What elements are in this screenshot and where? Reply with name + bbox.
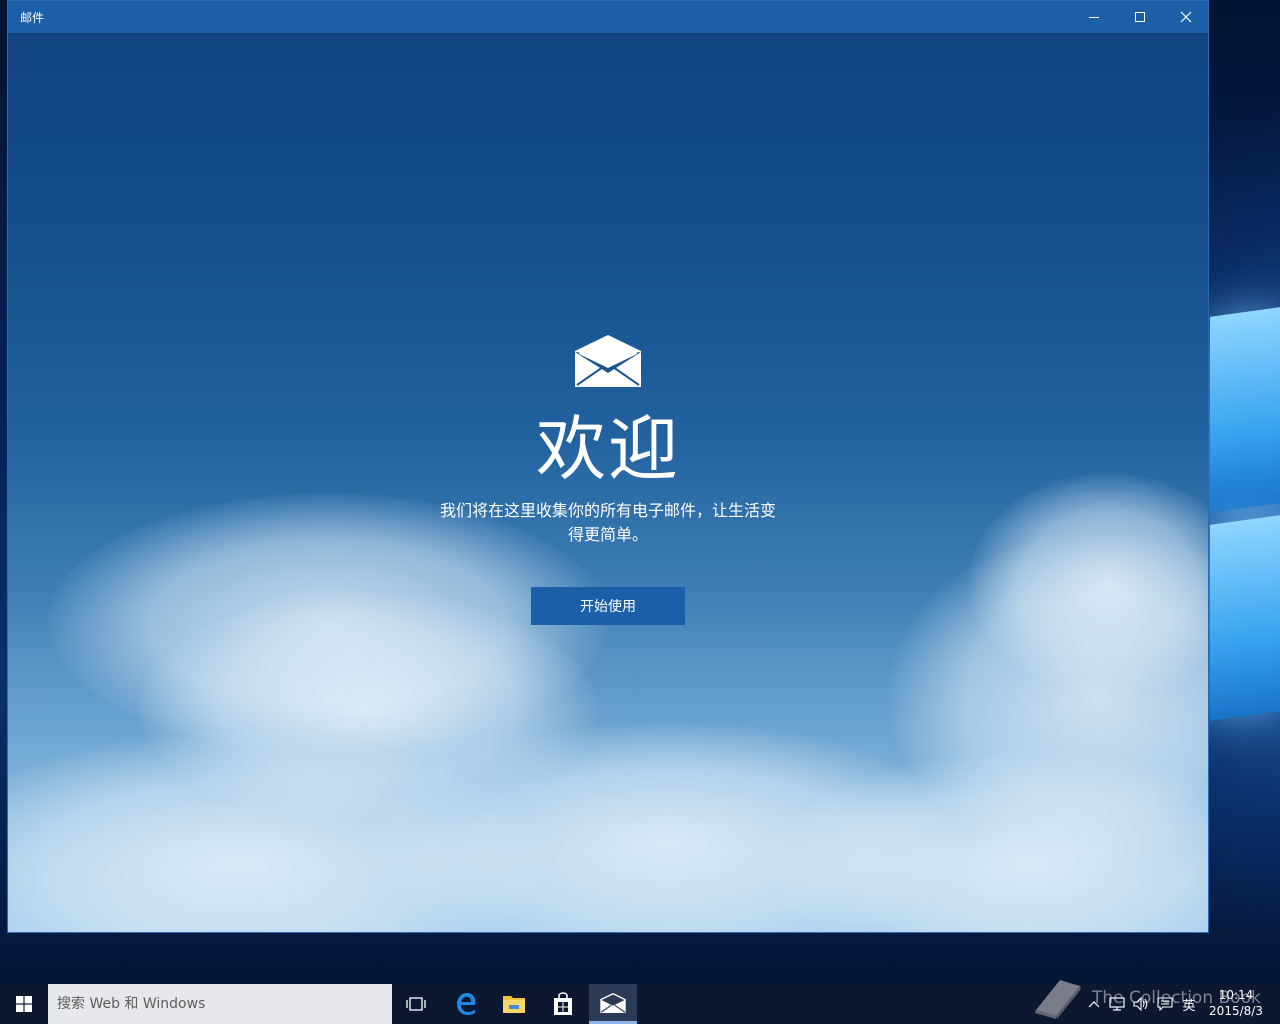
title-bar[interactable]: 邮件: [8, 1, 1208, 33]
welcome-panel: 欢迎 我们将在这里收集你的所有电子邮件，让生活变得更简单。 开始使用: [8, 335, 1208, 625]
mail-taskbar-button[interactable]: [589, 984, 637, 1024]
mail-app-window: 邮件 欢迎 我们将在这里收集你的所有电子邮件，让生活变得更简单。 开始使用: [7, 0, 1209, 933]
close-button[interactable]: [1163, 1, 1208, 33]
start-button[interactable]: [0, 984, 48, 1024]
search-box[interactable]: [48, 984, 392, 1024]
store-button[interactable]: [539, 984, 587, 1024]
close-icon: [1180, 11, 1192, 23]
edge-browser-button[interactable]: [442, 984, 490, 1024]
minimize-icon: [1089, 17, 1099, 18]
watermark: The Collection Book: [1030, 974, 1270, 1024]
windows-logo-icon: [16, 996, 32, 1012]
window-title: 邮件: [20, 11, 45, 25]
wallpaper-logo-shard: [1210, 307, 1280, 513]
book-icon: [1035, 980, 1081, 1019]
maximize-button[interactable]: [1117, 1, 1163, 33]
watermark-text: The Collection Book: [1092, 988, 1261, 1008]
task-view-button[interactable]: [392, 984, 440, 1024]
file-explorer-icon: [503, 996, 525, 1013]
file-explorer-button[interactable]: [490, 984, 538, 1024]
mail-icon: [600, 992, 626, 1013]
wallpaper-logo-shard: [1210, 515, 1280, 721]
welcome-description: 我们将在这里收集你的所有电子邮件，让生活变得更简单。: [439, 501, 776, 544]
edge-browser-icon: [457, 993, 476, 1015]
store-icon: [554, 992, 572, 1015]
welcome-title: 欢迎: [536, 408, 680, 490]
welcome-screen: 欢迎 我们将在这里收集你的所有电子邮件，让生活变得更简单。 开始使用: [8, 33, 1208, 932]
task-view-icon: [406, 997, 426, 1011]
envelope-icon: [575, 335, 641, 387]
get-started-button[interactable]: 开始使用: [531, 587, 685, 625]
minimize-button[interactable]: [1071, 1, 1117, 33]
maximize-icon: [1135, 12, 1145, 22]
search-input[interactable]: [57, 989, 377, 1019]
